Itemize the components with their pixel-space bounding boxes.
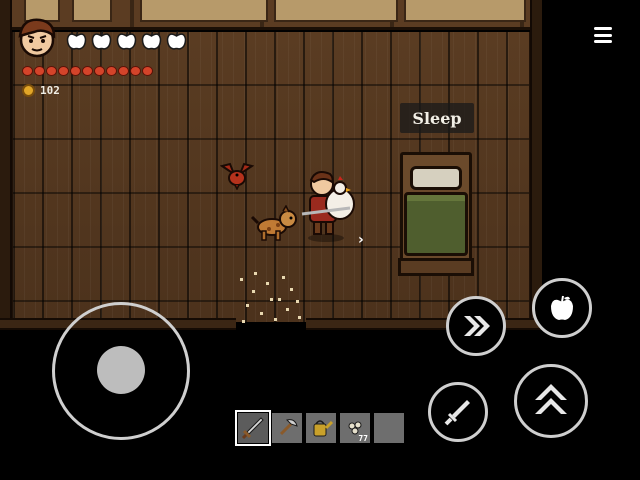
dash-icon (464, 316, 490, 336)
health-bar (66, 30, 187, 50)
food-pip (94, 66, 105, 76)
player-portrait (18, 18, 56, 58)
food-pip (82, 66, 93, 76)
sword-icon (444, 400, 470, 426)
food-pip (70, 66, 81, 76)
apple-icon (66, 31, 87, 50)
item-hotbar: 77 (235, 410, 404, 446)
sleep-prompt[interactable]: Sleep (400, 103, 474, 133)
seeds-count: 77 (358, 434, 368, 443)
sword-icon (241, 417, 264, 440)
food-pip (58, 66, 69, 76)
axe-icon (279, 419, 298, 436)
dog-companion[interactable] (250, 205, 298, 243)
hotbar-slot-watering-can[interactable] (306, 413, 336, 443)
food-pip (106, 66, 117, 76)
apple-icon (551, 295, 573, 320)
watering-can-icon (313, 420, 334, 437)
apple-icon (116, 31, 137, 50)
bed[interactable] (398, 152, 474, 276)
bed-blanket (404, 192, 468, 256)
player-character (301, 171, 355, 242)
joystick-knob[interactable] (97, 346, 145, 394)
bed-pillow (410, 166, 462, 190)
hotbar-slot-seeds[interactable]: 77 (340, 413, 370, 443)
food-pip (118, 66, 129, 76)
dash-button[interactable] (446, 296, 506, 356)
left-wall (0, 0, 12, 330)
red-bird-enemy[interactable] (220, 160, 254, 190)
wall-bookshelf (72, 0, 112, 22)
eat-button[interactable] (532, 278, 592, 338)
hunger-bar (22, 66, 153, 76)
apple-icon (91, 31, 112, 50)
bottom-wall-right (306, 318, 542, 330)
food-pip (46, 66, 57, 76)
apple-icon (166, 31, 187, 50)
coin-counter: 102 (22, 84, 60, 97)
direction-arrow-icon: › (358, 232, 364, 248)
coin-icon (22, 84, 35, 97)
wall-panel (140, 0, 268, 22)
jump-button[interactable] (514, 364, 588, 438)
food-pip (22, 66, 33, 76)
wall-panel (404, 0, 526, 22)
hotbar-slot-axe[interactable] (272, 413, 302, 443)
jump-up-icon (535, 384, 567, 414)
right-wall (530, 0, 542, 330)
apple-icon (141, 31, 162, 50)
attack-button[interactable] (428, 382, 488, 442)
coin-count: 102 (40, 84, 60, 97)
food-pip (130, 66, 141, 76)
hotbar-slot-sword[interactable] (235, 410, 271, 446)
hamburger-menu-icon[interactable] (594, 27, 612, 43)
food-pip (142, 66, 153, 76)
wall-panel (274, 0, 398, 22)
food-pip (34, 66, 45, 76)
doorway[interactable] (232, 268, 312, 330)
hotbar-slot-empty[interactable] (374, 413, 404, 443)
